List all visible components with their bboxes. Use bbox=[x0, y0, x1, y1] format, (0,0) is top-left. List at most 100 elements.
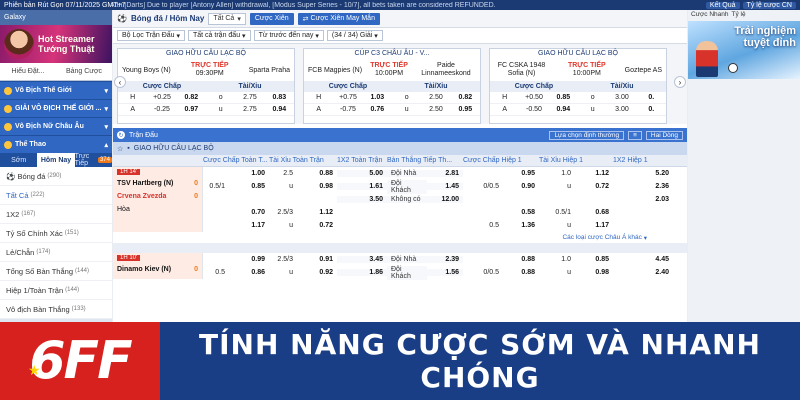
subtab-early[interactable]: Sớm bbox=[0, 153, 37, 167]
odds-cell[interactable]: 0.88 bbox=[297, 170, 337, 177]
odds-cell[interactable]: 1.12 bbox=[297, 209, 337, 216]
odds-toggle[interactable]: Tỷ lệ bbox=[732, 11, 746, 18]
odds-cell[interactable]: 1.17 bbox=[575, 222, 613, 229]
lucky-parlay-button[interactable]: ⇄ Cược Xiên May Mắn bbox=[297, 12, 380, 25]
odds-cell[interactable]: 1.12 bbox=[575, 170, 613, 177]
carousel-next-icon[interactable]: › bbox=[674, 76, 686, 88]
odds-cell[interactable]: 4.45 bbox=[613, 256, 673, 263]
sidebar-item-1x2[interactable]: 1X2 (167) bbox=[0, 205, 112, 224]
carousel-prev-icon[interactable]: ‹ bbox=[114, 76, 126, 88]
odds-cell[interactable]: 0.92 bbox=[297, 269, 337, 276]
odds-cell[interactable]: 0.82 bbox=[451, 94, 480, 101]
odds-cell[interactable]: 0.91 bbox=[297, 256, 337, 263]
odds-cell[interactable]: 1.03 bbox=[363, 94, 392, 101]
odds-cell[interactable]: 1.17 bbox=[229, 222, 269, 229]
promo-ad-banner[interactable]: Trải nghiệm tuyệt đỉnh bbox=[688, 21, 800, 79]
star-icon[interactable]: ☆ bbox=[117, 145, 123, 153]
results-button[interactable]: Kết Quả bbox=[705, 1, 740, 9]
odds-cell[interactable]: 5.20 bbox=[613, 170, 673, 177]
odds-cell[interactable]: 3.50 bbox=[337, 196, 387, 203]
odds-cell[interactable]: 2.36 bbox=[613, 183, 673, 190]
odds-cell[interactable]: 0. bbox=[637, 106, 666, 113]
all-matches-select[interactable]: Tất cả trận đấu ▾ bbox=[188, 30, 251, 41]
odds-cell[interactable]: 0.72 bbox=[575, 183, 613, 190]
sidebar-section-world-cup[interactable]: Vô Địch Thế Giới ▾ bbox=[0, 81, 112, 99]
odds-cell[interactable]: 0. bbox=[637, 94, 666, 101]
featured-match-card[interactable]: GIAO HỮU CÂU LẠC BỘ Young Boys (N) TRỰC … bbox=[117, 48, 295, 124]
odds-cell[interactable]: 0.85 bbox=[575, 256, 613, 263]
list-view-icon[interactable]: ≡ bbox=[628, 130, 642, 140]
sidebar-section-world-championship[interactable]: GIẢI VÔ ĐỊCH THẾ GIỚI ... ▾ bbox=[0, 99, 112, 117]
odds-cell[interactable]: 5.00 bbox=[337, 170, 387, 177]
odds-cell[interactable]: 2.39 bbox=[427, 256, 463, 263]
odds-cell[interactable]: 0.94 bbox=[265, 106, 294, 113]
odds-cell[interactable]: 0.98 bbox=[297, 183, 337, 190]
tab-bet-slip[interactable]: Bảng Cược bbox=[56, 63, 112, 80]
odds-cell[interactable]: 0.83 bbox=[265, 94, 294, 101]
compact-version-link[interactable]: Phiên bản Rút Gọn 07/11/2025 GMT+7 bbox=[0, 2, 126, 9]
odds-cell[interactable]: 1.00 bbox=[229, 170, 269, 177]
odds-cell[interactable]: 2.03 bbox=[613, 196, 673, 203]
odds-cell[interactable]: 0.97 bbox=[177, 106, 206, 113]
sidebar-item-all[interactable]: Tất Cả (222) bbox=[0, 186, 112, 205]
league-count-select[interactable]: (34 / 34) Giải ▾ bbox=[326, 30, 383, 41]
odds-cell[interactable]: 1.86 bbox=[337, 269, 387, 276]
parlay-button[interactable]: Cược Xiên bbox=[249, 12, 294, 25]
quick-bet-toggle[interactable]: Cược Nhanh bbox=[691, 11, 729, 18]
odds-cell[interactable]: 0.72 bbox=[297, 222, 337, 229]
odds-cell[interactable]: 1.56 bbox=[427, 269, 463, 276]
odds-cell[interactable]: 2.81 bbox=[427, 170, 463, 177]
odds-cell[interactable]: 1.36 bbox=[503, 222, 539, 229]
odds-cell[interactable]: 0.95 bbox=[503, 170, 539, 177]
odds-cell[interactable]: 0.70 bbox=[229, 209, 269, 216]
column-header: Tài Xỉu Hiệp 1 bbox=[539, 157, 583, 164]
home-team: TSV Hartberg (N) bbox=[117, 180, 174, 187]
sidebar-section-women-euro[interactable]: Vô Địch Nữ Châu Âu ▾ bbox=[0, 117, 112, 135]
match-filter-select[interactable]: Bộ Lọc Trận Đấu ▾ bbox=[117, 30, 185, 41]
sort-select[interactable]: Lựa chọn định thường bbox=[549, 130, 625, 140]
odds-cell[interactable]: 12.00 bbox=[427, 196, 463, 203]
sidebar-item-total-goals[interactable]: Tổng Số Bàn Thắng (144) bbox=[0, 262, 112, 281]
galaxy-header[interactable]: Galaxy bbox=[0, 10, 112, 25]
odds-cell[interactable]: 0.85 bbox=[549, 94, 578, 101]
odds-cell[interactable]: 0.99 bbox=[229, 256, 269, 263]
sidebar-item-ht-ft[interactable]: Hiệp 1/Toàn Trận (144) bbox=[0, 281, 112, 300]
market-select[interactable]: Tất Cả ▾ bbox=[208, 12, 246, 25]
match-teams[interactable]: 1H 14' TSV Hartberg (N) 0 Crvena Zvezda 0 … bbox=[113, 167, 203, 232]
odds-cell[interactable]: 0.95 bbox=[451, 106, 480, 113]
odds-cell[interactable]: 0.68 bbox=[575, 209, 613, 216]
league-header[interactable]: ☆ ▪ GIAO HỮU CÂU LẠC BỘ bbox=[113, 142, 687, 155]
streamer-banner[interactable]: Hot Streamer Tướng Thuật bbox=[0, 25, 112, 63]
featured-match-card[interactable]: CÚP C3 CHÂU ÂU - V... FCB Magpies (N) TR… bbox=[303, 48, 481, 124]
sidebar-section-sports[interactable]: Thể Thao ▴ bbox=[0, 135, 112, 153]
odds-cell[interactable]: 1.61 bbox=[337, 183, 387, 190]
odds-cell[interactable]: 1.45 bbox=[427, 183, 463, 190]
refresh-icon[interactable]: ↻ bbox=[117, 131, 125, 139]
odds-cell[interactable]: 0.85 bbox=[229, 183, 269, 190]
sidebar-item-correct-score[interactable]: Tỷ Số Chính Xác (151) bbox=[0, 224, 112, 243]
odds-cell[interactable]: 0.88 bbox=[503, 256, 539, 263]
odds-cell[interactable]: 3.45 bbox=[337, 256, 387, 263]
view-mode-select[interactable]: Hai Dòng bbox=[645, 130, 683, 140]
odds-cell[interactable]: 0.90 bbox=[503, 183, 539, 190]
odds-cell[interactable]: 0.86 bbox=[229, 269, 269, 276]
odds-cell[interactable]: 0.88 bbox=[503, 269, 539, 276]
sidebar-item-odd-even[interactable]: Lẻ/Chẵn (174) bbox=[0, 243, 112, 262]
date-range-select[interactable]: Từ trước đến nay ▾ bbox=[253, 30, 324, 41]
odds-cell[interactable]: 0.58 bbox=[503, 209, 539, 216]
tab-bet-guide[interactable]: Hiểu Đặt... bbox=[0, 63, 56, 80]
odds-cell[interactable]: 0.82 bbox=[177, 94, 206, 101]
away-team: Crvena Zvezda bbox=[117, 193, 167, 200]
odds-cell[interactable]: 0.94 bbox=[549, 106, 578, 113]
sidebar-item-football[interactable]: ⚽ Bóng đá (290) bbox=[0, 167, 112, 186]
subtab-today[interactable]: Hôm Nay bbox=[37, 153, 75, 167]
odds-cell[interactable]: 2.40 bbox=[613, 269, 673, 276]
odds-cell[interactable]: 0.76 bbox=[363, 106, 392, 113]
subtab-live[interactable]: Trực Tiếp 374 bbox=[75, 153, 112, 167]
sidebar-item-first-goal[interactable]: Vô địch Bàn Thắng (133) bbox=[0, 300, 112, 319]
match-teams[interactable]: 1H 10' Dinamo Kiev (N) 0 bbox=[113, 253, 203, 279]
odds-format-select[interactable]: Tỷ lệ cược CN bbox=[742, 1, 796, 9]
more-asian-markets-link[interactable]: Các loại cược Châu Á khác ▾ bbox=[113, 232, 687, 243]
odds-cell[interactable]: 0.98 bbox=[575, 269, 613, 276]
featured-match-card[interactable]: GIAO HỮU CÂU LẠC BỘ FC CSKA 1948 Sofia (… bbox=[489, 48, 667, 124]
